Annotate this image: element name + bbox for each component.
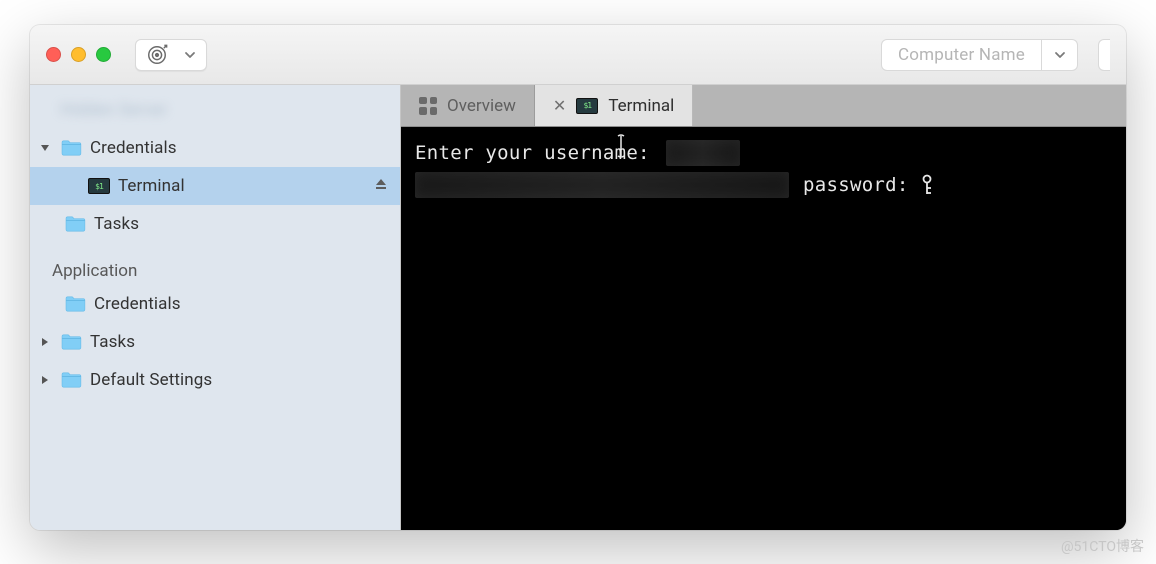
minimize-window-button[interactable] xyxy=(71,47,86,62)
sidebar-item-default-settings[interactable]: Default Settings xyxy=(30,361,400,399)
redacted-hostname xyxy=(415,172,789,198)
redacted-username xyxy=(666,140,740,166)
close-window-button[interactable] xyxy=(46,47,61,62)
folder-icon xyxy=(60,371,82,389)
folder-icon xyxy=(64,295,86,313)
eject-icon[interactable] xyxy=(374,176,388,196)
target-icon xyxy=(146,44,168,66)
window-body: Hidden Server Credentials Terminal xyxy=(30,85,1126,530)
terminal-icon xyxy=(576,98,598,114)
terminal-content[interactable]: Enter your userna m e: password: xyxy=(401,127,1126,530)
sidebar-item-tasks[interactable]: Tasks xyxy=(30,205,400,243)
sidebar-item-label: Tasks xyxy=(90,332,135,352)
tab-label: Terminal xyxy=(608,96,674,116)
terminal-text: Enter your userna xyxy=(415,137,615,169)
sidebar-item-label: Default Settings xyxy=(90,370,212,390)
device-name-placeholder: Computer Name xyxy=(898,45,1025,65)
titlebar: Computer Name xyxy=(30,25,1126,85)
sidebar-item-label: Credentials xyxy=(94,294,181,314)
toolbar-edge-button[interactable] xyxy=(1098,39,1110,71)
device-selector-dropdown[interactable] xyxy=(1042,39,1078,71)
sidebar-item-hidden[interactable]: Hidden Server xyxy=(30,91,400,129)
device-selector[interactable]: Computer Name xyxy=(881,39,1078,71)
terminal-icon xyxy=(88,178,110,194)
key-icon xyxy=(919,174,935,196)
disclosure-triangle-icon[interactable] xyxy=(38,337,52,347)
folder-icon xyxy=(60,333,82,351)
maximize-window-button[interactable] xyxy=(96,47,111,62)
tab-overview[interactable]: Overview xyxy=(401,85,535,126)
sidebar-section-application: Application xyxy=(30,243,400,285)
text-cursor-icon xyxy=(613,133,629,159)
terminal-text: e: xyxy=(626,137,649,169)
sidebar-item-credentials[interactable]: Credentials xyxy=(30,129,400,167)
close-tab-icon[interactable]: ✕ xyxy=(553,96,566,115)
sidebar-item-app-credentials[interactable]: Credentials xyxy=(30,285,400,323)
terminal-line-2: password: xyxy=(415,169,1112,201)
target-dropdown-button[interactable] xyxy=(135,39,207,71)
main-area: Overview ✕ Terminal Enter your userna m … xyxy=(401,85,1126,530)
sidebar: Hidden Server Credentials Terminal xyxy=(30,85,401,530)
sidebar-item-label: Hidden Server xyxy=(60,100,167,120)
app-window: Computer Name Hidden Server xyxy=(30,25,1126,530)
folder-icon xyxy=(60,139,82,157)
window-controls xyxy=(46,47,111,62)
terminal-text: password: xyxy=(803,169,909,201)
tab-terminal[interactable]: ✕ Terminal xyxy=(535,85,693,126)
chevron-down-icon xyxy=(184,49,196,61)
chevron-down-icon xyxy=(1054,49,1066,61)
tab-bar: Overview ✕ Terminal xyxy=(401,85,1126,127)
folder-icon xyxy=(64,215,86,233)
tab-label: Overview xyxy=(447,96,516,116)
sidebar-item-label: Terminal xyxy=(118,176,185,196)
sidebar-item-terminal[interactable]: Terminal xyxy=(30,167,400,205)
device-selector-name[interactable]: Computer Name xyxy=(881,39,1042,71)
grid-icon xyxy=(419,97,437,115)
disclosure-triangle-icon[interactable] xyxy=(38,143,52,153)
sidebar-item-label: Credentials xyxy=(90,138,177,158)
sidebar-item-label: Tasks xyxy=(94,214,139,234)
terminal-line-1: Enter your userna m e: xyxy=(415,137,1112,169)
watermark: @51CTO博客 xyxy=(1061,536,1144,556)
sidebar-item-app-tasks[interactable]: Tasks xyxy=(30,323,400,361)
disclosure-triangle-icon[interactable] xyxy=(38,375,52,385)
